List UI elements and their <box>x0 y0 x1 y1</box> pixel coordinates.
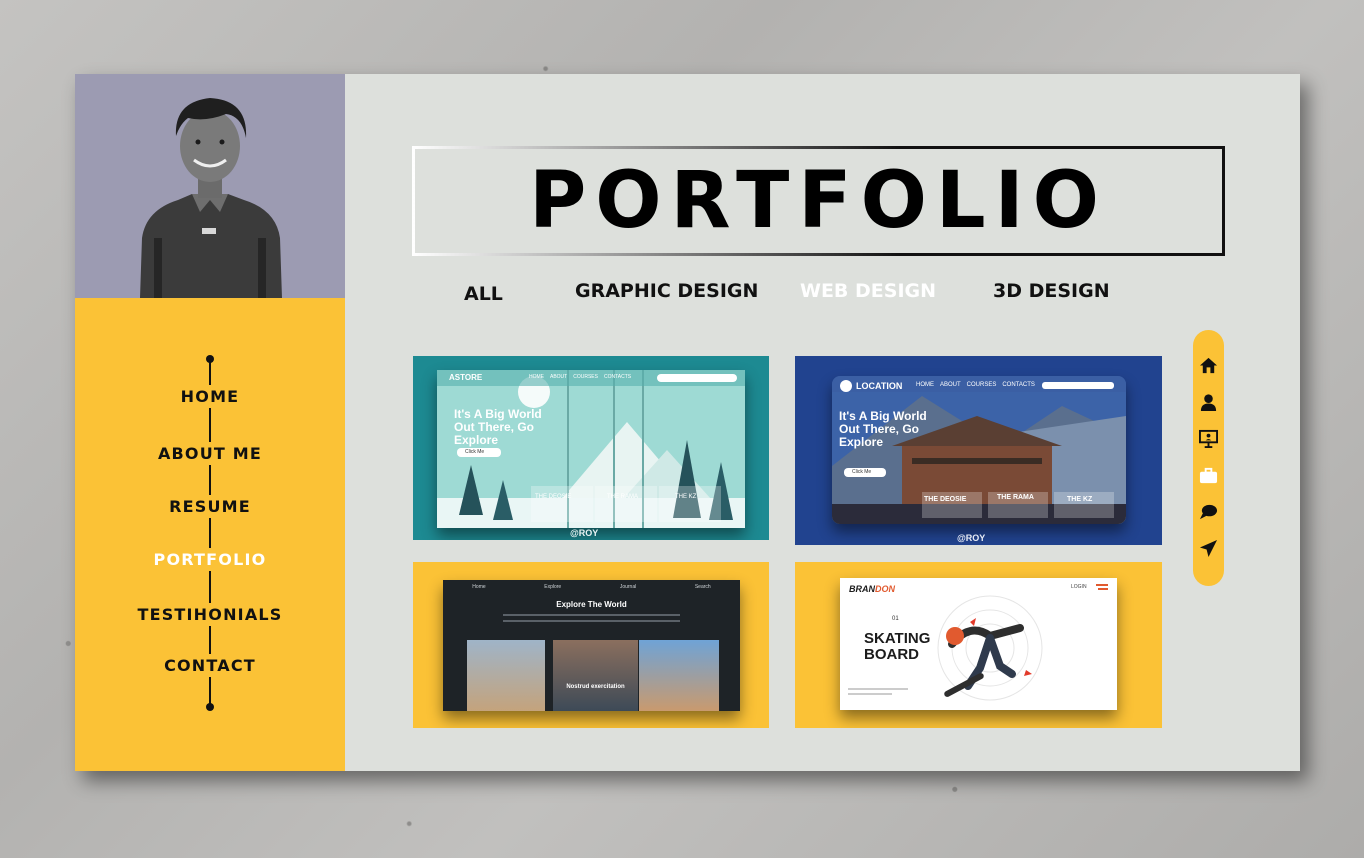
sidebar: HOME ABOUT ME RESUME PORTFOLIO TESTIHONI… <box>75 74 345 771</box>
explore-nav-search: Search <box>694 584 711 590</box>
portfolio-board: HOME ABOUT ME RESUME PORTFOLIO TESTIHONI… <box>75 74 1300 771</box>
presentation-icon[interactable] <box>1199 429 1218 448</box>
skating-title-line-1: SKATING <box>864 630 931 647</box>
project-card-location[interactable]: LOCATION HOME ABOUT COURSES CONTACTS It'… <box>795 356 1162 545</box>
explore-preview: Home Explore Journal Search Explore The … <box>443 580 740 711</box>
location-nav-contacts: CONTACTS <box>1002 382 1035 388</box>
location-nav-courses: COURSES <box>966 382 997 388</box>
nav-testimonials[interactable]: TESTIHONIALS <box>75 603 345 626</box>
nav-bottom-dot <box>206 703 214 711</box>
skating-brand-prefix: BRAN <box>849 584 875 594</box>
location-headline: It's A Big World Out There, Go Explore <box>839 409 927 449</box>
skating-title: SKATING BOARD <box>864 631 930 663</box>
nav-resume[interactable]: RESUME <box>75 495 345 518</box>
explore-navbar: Home Explore Journal Search <box>443 584 740 590</box>
explore-nav-explore: Explore <box>544 584 562 590</box>
nav-about-me[interactable]: ABOUT ME <box>75 442 345 465</box>
filter-all[interactable]: ALL <box>464 283 503 305</box>
location-tile-3: THE KZ <box>1067 496 1093 503</box>
location-cta-button: Click Me <box>852 469 872 475</box>
profile-photo-panel <box>75 74 345 298</box>
nav-portfolio[interactable]: PORTFOLIO <box>75 548 345 571</box>
skating-title-line-2: BOARD <box>864 646 919 663</box>
location-logo: LOCATION <box>856 381 903 391</box>
explore-nav-journal: Journal <box>619 584 637 590</box>
location-preview: LOCATION HOME ABOUT COURSES CONTACTS It'… <box>832 376 1126 524</box>
astore-preview: ASTORE HOME ABOUT COURSES CONTACTS It's … <box>437 370 745 528</box>
explore-caption: Nostrud exercitation <box>566 684 625 690</box>
nav-home[interactable]: HOME <box>75 385 345 408</box>
filter-3d-design[interactable]: 3D DESIGN <box>993 280 1110 302</box>
filter-graphic-design[interactable]: GRAPHIC DESIGN <box>575 280 758 302</box>
briefcase-icon[interactable] <box>1199 466 1218 485</box>
astore-nav-home: HOME <box>529 374 544 380</box>
astore-navbar: HOME ABOUT COURSES CONTACTS <box>529 374 631 380</box>
explore-text-line <box>503 614 680 616</box>
home-icon[interactable] <box>1199 356 1218 375</box>
astore-nav-about: ABOUT <box>550 374 568 380</box>
title-frame: PORTFOLIO <box>412 146 1225 256</box>
astore-tile-2: THE RAMA <box>607 494 639 500</box>
skating-number: 01 <box>892 616 899 622</box>
location-credit: @ROY <box>957 533 986 543</box>
filter-web-design[interactable]: WEB DESIGN <box>800 280 936 302</box>
explore-nav-home: Home <box>472 584 486 590</box>
explore-headline: Explore The World <box>556 600 627 609</box>
explore-photo-building <box>553 640 638 711</box>
astore-logo: ASTORE <box>449 373 483 382</box>
explore-text-line <box>503 620 680 622</box>
skating-brand-suffix: DON <box>875 584 895 594</box>
explore-photo-bridge <box>467 640 545 711</box>
location-navbar: HOME ABOUT COURSES CONTACTS <box>916 382 1035 388</box>
skating-brand: BRANDON <box>849 584 895 594</box>
astore-nav-courses: COURSES <box>573 374 598 380</box>
side-dock <box>1193 330 1224 586</box>
location-nav-about: ABOUT <box>940 382 961 388</box>
sidebar-nav: HOME ABOUT ME RESUME PORTFOLIO TESTIHONI… <box>75 298 345 771</box>
astore-tile-3: THE KZ <box>675 494 697 500</box>
skating-preview: BRANDON LOGIN 01 SKATING BOARD <box>840 578 1117 710</box>
profile-photo <box>140 98 282 298</box>
page-title: PORTFOLIO <box>529 156 1108 246</box>
project-card-astore[interactable]: ASTORE HOME ABOUT COURSES CONTACTS It's … <box>413 356 769 540</box>
user-icon[interactable] <box>1199 393 1218 412</box>
chat-icon[interactable] <box>1199 502 1218 521</box>
astore-cta-button: Click Me <box>465 449 485 455</box>
send-icon[interactable] <box>1199 539 1218 558</box>
project-card-explore[interactable]: Home Explore Journal Search Explore The … <box>413 562 769 728</box>
skating-login-link: LOGIN <box>1071 584 1087 590</box>
nav-contact[interactable]: CONTACT <box>75 654 345 677</box>
astore-nav-contacts: CONTACTS <box>603 374 632 380</box>
astore-credit: @ROY <box>570 528 599 538</box>
location-nav-home: HOME <box>916 382 934 388</box>
location-tile-2: THE RAMA <box>997 494 1034 501</box>
astore-tile-1: THE DEOSIE <box>535 494 572 500</box>
astore-headline: It's A Big World Out There, Go Explore <box>454 407 542 447</box>
explore-photo-skater <box>639 640 719 711</box>
project-card-skating[interactable]: BRANDON LOGIN 01 SKATING BOARD <box>795 562 1162 728</box>
location-tile-1: THE DEOSIE <box>924 496 967 503</box>
